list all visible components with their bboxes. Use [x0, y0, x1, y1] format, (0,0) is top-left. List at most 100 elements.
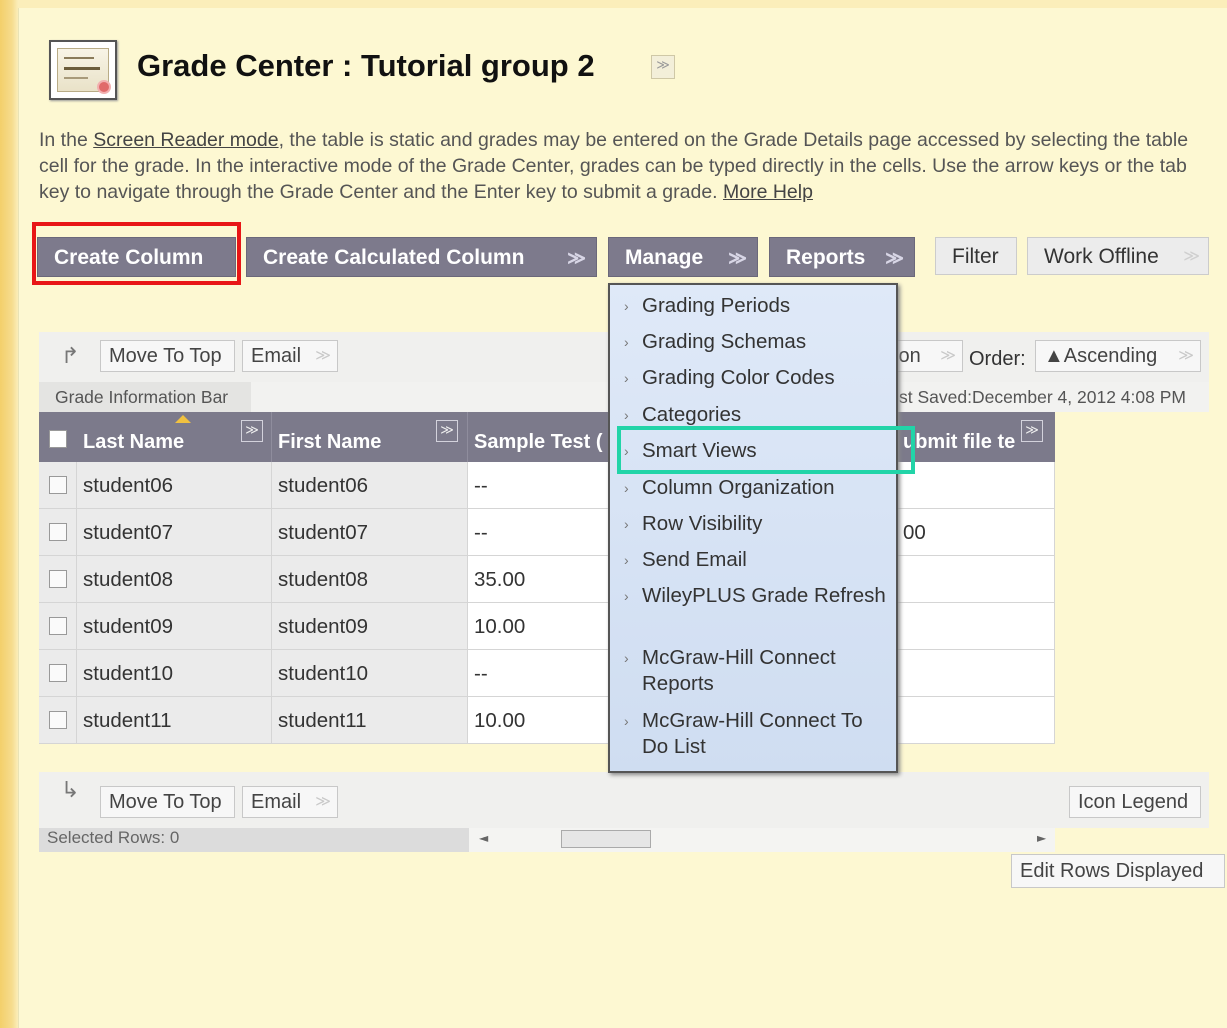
chevron-down-icon: ≫ [315, 793, 331, 810]
move-to-top-button[interactable]: Move To Top [100, 786, 235, 818]
submit-file-cell[interactable] [897, 603, 1055, 650]
selected-rows-count: Selected Rows: 0 [39, 824, 469, 852]
first-name-cell[interactable]: student10 [272, 650, 468, 697]
grade-center-page: Grade Center : Tutorial group 2 ≫ In the… [18, 8, 1227, 1028]
filter-button[interactable]: Filter [935, 237, 1017, 275]
chevron-right-icon: › [624, 552, 629, 568]
row-checkbox[interactable] [49, 476, 67, 494]
select-all-checkbox[interactable] [49, 430, 67, 448]
row-select-cell [39, 462, 77, 509]
row-select-cell [39, 556, 77, 603]
last-name-cell[interactable]: student06 [77, 462, 272, 509]
row-checkbox[interactable] [49, 570, 67, 588]
submit-file-cell[interactable]: 00 [897, 509, 1055, 556]
chevron-right-icon: › [624, 298, 629, 314]
row-checkbox[interactable] [49, 664, 67, 682]
first-name-cell[interactable]: student09 [272, 603, 468, 650]
chevron-down-icon: ≫ [315, 347, 331, 364]
manage-menu-item[interactable]: › Row Visibility [624, 511, 894, 537]
column-menu-icon[interactable]: ≫ [436, 420, 458, 442]
sort-ascending-icon [175, 415, 191, 423]
screen-reader-mode-link[interactable]: Screen Reader mode [93, 129, 278, 151]
last-name-cell[interactable]: student10 [77, 650, 272, 697]
row-select-cell [39, 603, 77, 650]
chevron-down-icon: ≫ [940, 347, 956, 364]
first-name-cell[interactable]: student08 [272, 556, 468, 603]
email-button[interactable]: Email ≫ [242, 340, 338, 372]
manage-menu-item[interactable]: › Send Email [624, 547, 894, 573]
move-arrow-icon: ↱ [61, 344, 80, 369]
last-name-cell[interactable]: student07 [77, 509, 272, 556]
scroll-right-icon[interactable]: ► [1037, 824, 1046, 852]
chevron-down-icon: ≫ [728, 248, 747, 268]
table-row: student10 student10 -- [39, 650, 1055, 697]
manage-menu-item[interactable]: › Column Organization [624, 475, 894, 501]
manage-menu-item[interactable]: › WileyPLUS Grade Refresh [624, 583, 894, 609]
manage-menu-item[interactable]: › Grading Schemas [624, 329, 894, 355]
last-name-cell[interactable]: student11 [77, 697, 272, 744]
smart-views-highlight [617, 426, 915, 474]
first-name-cell[interactable]: student07 [272, 509, 468, 556]
column-menu-icon[interactable]: ≫ [241, 420, 263, 442]
order-label: Order: [969, 348, 1026, 370]
chevron-right-icon: › [624, 516, 629, 532]
chevron-right-icon: › [624, 713, 629, 729]
table-row: student09 student09 10.00 [39, 603, 1055, 650]
grade-information-bar-label: Grade Information Bar [39, 382, 251, 412]
more-help-link[interactable]: More Help [723, 181, 813, 203]
row-checkbox[interactable] [49, 711, 67, 729]
selected-rows-bar: Selected Rows: 0 ◄ ► [39, 824, 1055, 852]
last-saved-text: st Saved:December 4, 2012 4:08 PM [899, 387, 1186, 407]
chevron-right-icon: › [624, 370, 629, 386]
table-row: student11 student11 10.00 [39, 697, 1055, 744]
edit-rows-displayed-button[interactable]: Edit Rows Displayed [1011, 854, 1225, 888]
submit-file-cell[interactable] [897, 556, 1055, 603]
row-select-cell [39, 509, 77, 556]
chevron-right-icon: › [624, 334, 629, 350]
column-menu-icon[interactable]: ≫ [1021, 420, 1043, 442]
submit-file-cell[interactable] [897, 650, 1055, 697]
submit-file-cell[interactable] [897, 462, 1055, 509]
table-row: student07 student07 -- 00 [39, 509, 1055, 556]
manage-menu-item[interactable]: › Grading Periods [624, 293, 894, 319]
manage-menu-item[interactable]: › Categories [624, 402, 894, 428]
scroll-left-icon[interactable]: ◄ [479, 824, 488, 852]
manage-menu-item[interactable]: › McGraw-Hill Connect Reports [624, 645, 894, 697]
last-name-cell[interactable]: student08 [77, 556, 272, 603]
certificate-icon [49, 40, 117, 100]
work-offline-button[interactable]: Work Offline ≫ [1027, 237, 1209, 275]
move-arrow-icon: ↳ [61, 778, 80, 803]
manage-button[interactable]: Manage ≫ [608, 237, 758, 277]
reports-button[interactable]: Reports ≫ [769, 237, 915, 277]
title-options-icon[interactable]: ≫ [651, 55, 675, 79]
move-to-top-button[interactable]: Move To Top [100, 340, 235, 372]
order-select[interactable]: ▲Ascending ≫ [1035, 340, 1201, 372]
chevron-down-icon: ≫ [1178, 347, 1194, 364]
row-select-cell [39, 697, 77, 744]
chevron-right-icon: › [624, 407, 629, 423]
page-title: Grade Center : Tutorial group 2 [137, 48, 595, 83]
row-checkbox[interactable] [49, 617, 67, 635]
chevron-down-icon: ≫ [567, 248, 586, 268]
manage-menu-item[interactable]: › Grading Color Codes [624, 365, 894, 391]
table-row: student08 student08 35.00 [39, 556, 1055, 603]
horizontal-scrollbar[interactable] [561, 830, 651, 848]
manage-dropdown-menu: › Grading Periods › Grading Schemas › Grading… [608, 283, 898, 773]
first-name-cell[interactable]: student11 [272, 697, 468, 744]
chevron-down-icon: ≫ [885, 248, 904, 268]
row-checkbox[interactable] [49, 523, 67, 541]
email-button[interactable]: Email ≫ [242, 786, 338, 818]
chevron-down-icon: ≫ [1183, 248, 1200, 265]
chevron-right-icon: › [624, 650, 629, 666]
create-column-highlight [32, 222, 241, 285]
chevron-right-icon: › [624, 480, 629, 496]
bottom-action-bar: ↳ Move To Top Email ≫ Icon Legend [39, 772, 1209, 828]
chevron-right-icon: › [624, 588, 629, 604]
intro-text: In the Screen Reader mode, the table is … [39, 129, 1189, 203]
first-name-cell[interactable]: student06 [272, 462, 468, 509]
last-name-cell[interactable]: student09 [77, 603, 272, 650]
icon-legend-button[interactable]: Icon Legend [1069, 786, 1201, 818]
manage-menu-item[interactable]: › McGraw-Hill Connect To Do List [624, 708, 894, 760]
create-calculated-column-button[interactable]: Create Calculated Column ≫ [246, 237, 597, 277]
submit-file-cell[interactable] [897, 697, 1055, 744]
